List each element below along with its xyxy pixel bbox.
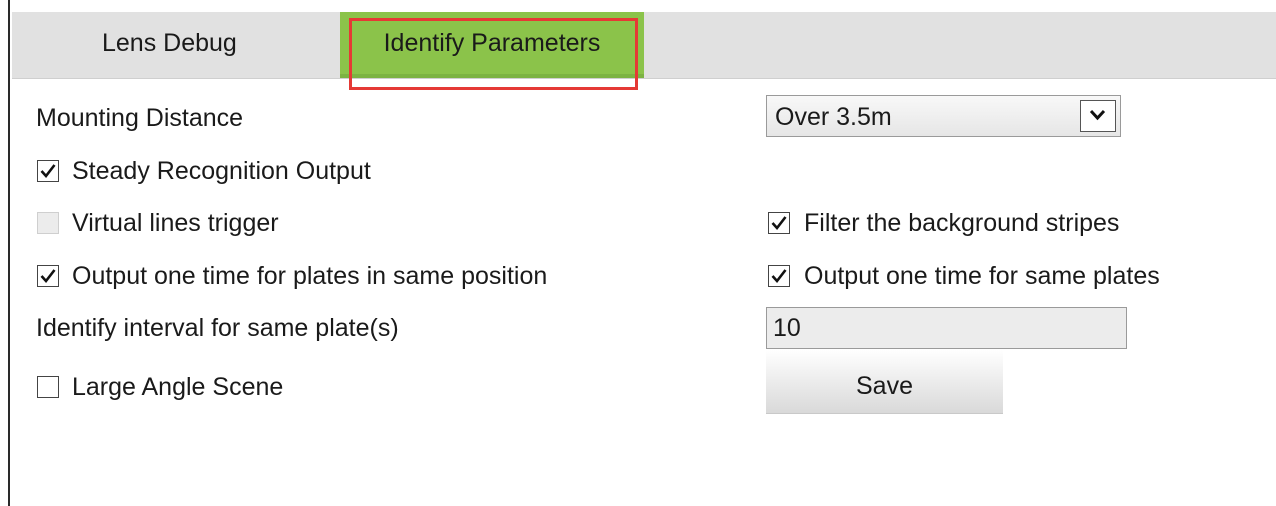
tab-lens-debug[interactable]: Lens Debug [102, 12, 237, 78]
save-button[interactable]: Save [766, 350, 1003, 414]
mounting-distance-select[interactable]: Over 3.5m [766, 95, 1121, 137]
filter-stripes-label: Filter the background stripes [804, 209, 1120, 237]
mounting-distance-value: Over 3.5m [775, 103, 892, 131]
left-divider [8, 0, 10, 506]
virtual-lines-label: Virtual lines trigger [72, 209, 279, 237]
checkmark-icon [771, 216, 787, 231]
large-angle-label: Large Angle Scene [72, 373, 284, 401]
checkmark-icon [40, 269, 56, 284]
identify-interval-label: Identify interval for same plate(s) [36, 314, 399, 342]
virtual-lines-checkbox[interactable] [37, 212, 59, 234]
checkmark-icon [771, 269, 787, 284]
mounting-distance-label: Mounting Distance [36, 104, 244, 132]
output-same-position-checkbox[interactable] [37, 265, 59, 287]
steady-output-label: Steady Recognition Output [72, 157, 371, 185]
output-same-plates-label: Output one time for same plates [804, 262, 1160, 290]
output-same-plates-checkbox[interactable] [768, 265, 790, 287]
filter-stripes-checkbox[interactable] [768, 212, 790, 234]
tab-identify-parameters[interactable]: Identify Parameters [340, 12, 644, 78]
tab-bar: Lens Debug Identify Parameters [12, 12, 1276, 79]
steady-output-checkbox[interactable] [37, 160, 59, 182]
output-same-position-label: Output one time for plates in same posit… [72, 262, 548, 290]
checkmark-icon [40, 164, 56, 179]
identify-interval-input[interactable]: 10 [766, 307, 1127, 349]
chevron-down-icon[interactable] [1080, 100, 1116, 132]
large-angle-checkbox[interactable] [37, 376, 59, 398]
